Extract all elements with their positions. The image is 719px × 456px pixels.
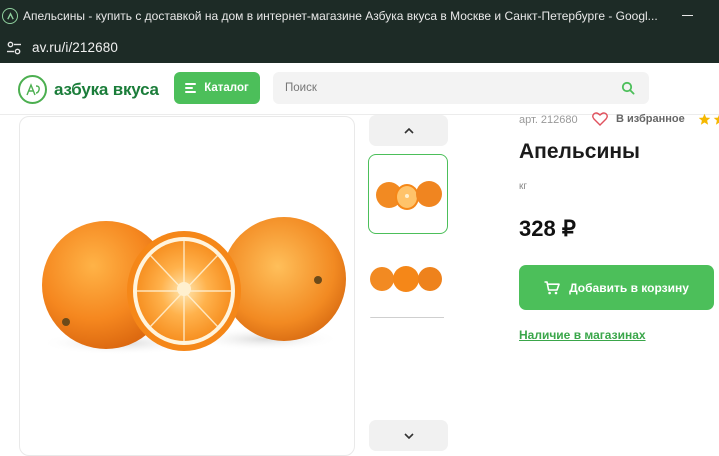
favorite-label: В избранное [616, 113, 685, 125]
star-icon [713, 114, 719, 125]
site-header: азбука вкуса Каталог [0, 63, 719, 115]
product-title: Апельсины [519, 140, 640, 163]
gallery-thumbnail-cut[interactable] [368, 154, 448, 234]
abv-logo-icon [18, 75, 47, 104]
search-icon[interactable] [621, 81, 635, 95]
product-main-image[interactable] [19, 116, 355, 456]
search-box[interactable] [273, 72, 649, 104]
orange-right [222, 217, 346, 341]
url-text[interactable]: av.ru/i/212680 [32, 40, 118, 55]
tune-icon[interactable] [6, 40, 22, 56]
window-title: Апельсины - купить с доставкой на дом в … [23, 9, 658, 23]
browser-title-bar: Апельсины - купить с доставкой на дом в … [0, 0, 719, 32]
chevron-up-icon [403, 127, 414, 134]
address-bar[interactable]: av.ru/i/212680 [0, 32, 719, 63]
gallery-up-button[interactable] [369, 115, 448, 146]
chevron-down-icon [403, 432, 414, 439]
search-input[interactable] [285, 82, 605, 94]
catalog-label: Каталог [204, 82, 249, 94]
add-to-cart-button[interactable]: Добавить в корзину [519, 265, 714, 310]
abv-logo-icon [2, 8, 18, 24]
product-sku: арт. 212680 [519, 114, 578, 126]
star-icon [698, 113, 711, 125]
gallery-thumbnail-whole[interactable] [368, 240, 448, 320]
gallery-down-button[interactable] [369, 420, 448, 451]
catalog-button[interactable]: Каталог [174, 72, 260, 104]
store-availability-link[interactable]: Наличие в магазинах [519, 328, 646, 342]
add-to-cart-label: Добавить в корзину [569, 280, 689, 295]
heart-icon [592, 112, 608, 126]
product-price: 328 ₽ [519, 216, 576, 241]
minimize-icon[interactable] [676, 4, 698, 26]
cart-icon [544, 280, 560, 294]
product-unit: кг [519, 181, 528, 192]
logo-text: азбука вкуса [54, 79, 159, 99]
favorite-button[interactable]: В избранное [592, 112, 685, 126]
menu-icon [185, 83, 197, 93]
site-logo[interactable]: азбука вкуса [18, 75, 159, 104]
